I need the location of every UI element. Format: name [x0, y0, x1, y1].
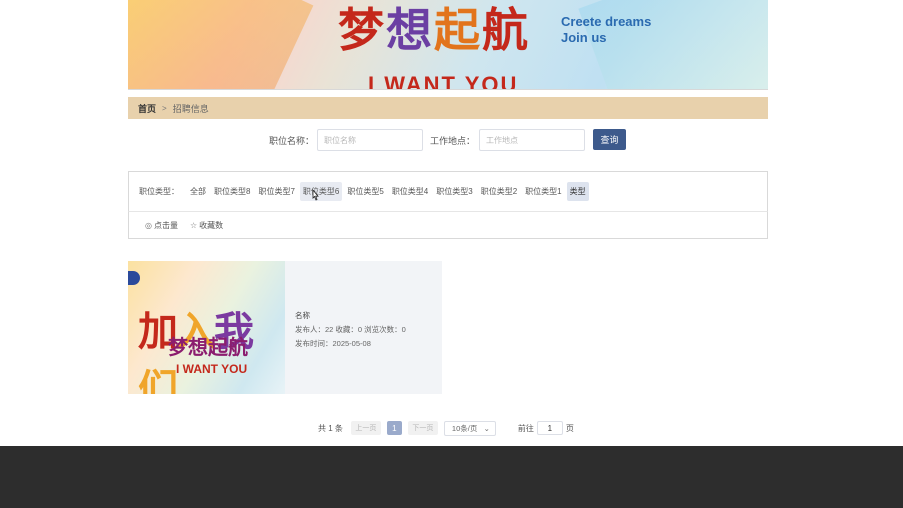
location-label: 工作地点：: [430, 136, 476, 146]
company-logo-icon: [128, 271, 140, 285]
breadcrumb-home-link[interactable]: 首页: [138, 102, 156, 115]
filter-chip[interactable]: 职位类型4: [389, 182, 431, 201]
job-name-input[interactable]: [317, 129, 423, 151]
breadcrumb-separator: >: [162, 103, 167, 113]
filter-chip-hovered[interactable]: 职位类型6: [299, 182, 343, 201]
hero-banner: 梦想起航 Creete dreams Join us I WANT YOU: [128, 0, 768, 90]
query-button[interactable]: 查询: [593, 129, 626, 150]
card-image-slogan: I WANT YOU: [176, 362, 248, 376]
job-card-stats: 发布人：22 收藏：0 浏览次数：0: [295, 325, 406, 334]
job-name-label: 职位名称：: [269, 136, 315, 146]
card-image-subtitle: 梦想起航: [168, 335, 248, 359]
next-page-button[interactable]: 下一页: [407, 421, 438, 435]
banner-decoration: [128, 0, 314, 89]
chevron-down-icon: ⌄: [483, 423, 490, 433]
filter-chip-active[interactable]: 类型: [566, 182, 589, 201]
sort-by-clicks[interactable]: ◎ 点击量: [145, 220, 178, 231]
breadcrumb-current: 招聘信息: [172, 103, 209, 114]
page: 梦想起航 Creete dreams Join us I WANT YOU 首页…: [0, 0, 903, 508]
filter-chip[interactable]: 职位类型2: [478, 182, 520, 201]
filter-chip[interactable]: 职位类型3: [433, 182, 475, 201]
filter-chip[interactable]: 职位类型8: [211, 182, 253, 201]
search-bar: 职位名称： 工作地点： 查询: [128, 128, 768, 152]
job-type-filter: 职位类型： 全部 职位类型8 职位类型7 职位类型6 职位类型5 职位类型4 职…: [128, 171, 768, 212]
page-size-select[interactable]: 10条/页 ⌄: [443, 420, 496, 436]
filter-chip[interactable]: 职位类型1: [522, 182, 564, 201]
prev-page-button[interactable]: 上一页: [350, 421, 381, 435]
page-number-current[interactable]: 1: [386, 421, 402, 435]
pagination: 共 1 条 上一页 1 下一页 10条/页 ⌄ 前往 1 页: [318, 420, 574, 436]
banner-slogan-en: Creete dreams Join us: [561, 14, 652, 45]
star-icon: ☆: [189, 220, 198, 230]
job-card-name[interactable]: 名称: [295, 309, 442, 323]
eye-icon: ◎: [145, 220, 152, 230]
page-jump-input[interactable]: 1: [536, 421, 563, 435]
banner-slogan-big: I WANT YOU: [368, 72, 519, 90]
job-card[interactable]: 加入我们 梦想起航 I WANT YOU 名称 发布人：22 收藏：0 浏览次数…: [128, 261, 442, 394]
pagination-total: 共 1 条: [318, 423, 343, 433]
sort-by-favorites[interactable]: ☆ 收藏数: [190, 220, 223, 231]
banner-slogan-cn: 梦想起航: [338, 3, 530, 57]
job-card-image: 加入我们 梦想起航 I WANT YOU: [128, 261, 285, 394]
mouse-cursor-icon: [312, 190, 319, 201]
filter-chip[interactable]: 职位类型7: [255, 182, 297, 201]
filter-chip[interactable]: 职位类型5: [344, 182, 386, 201]
footer: [0, 446, 903, 508]
job-card-date: 发布时间：2025-05-08: [295, 339, 371, 348]
page-jump: 前往 1 页: [518, 421, 574, 435]
location-input[interactable]: [479, 129, 585, 151]
job-type-label: 职位类型：: [139, 187, 179, 196]
breadcrumb: 首页 > 招聘信息: [128, 97, 768, 119]
sort-bar: ◎ 点击量 ☆ 收藏数: [128, 212, 768, 239]
filter-chip-all[interactable]: 全部: [187, 182, 209, 201]
job-card-info: 名称 发布人：22 收藏：0 浏览次数：0 发布时间：2025-05-08: [285, 261, 442, 394]
